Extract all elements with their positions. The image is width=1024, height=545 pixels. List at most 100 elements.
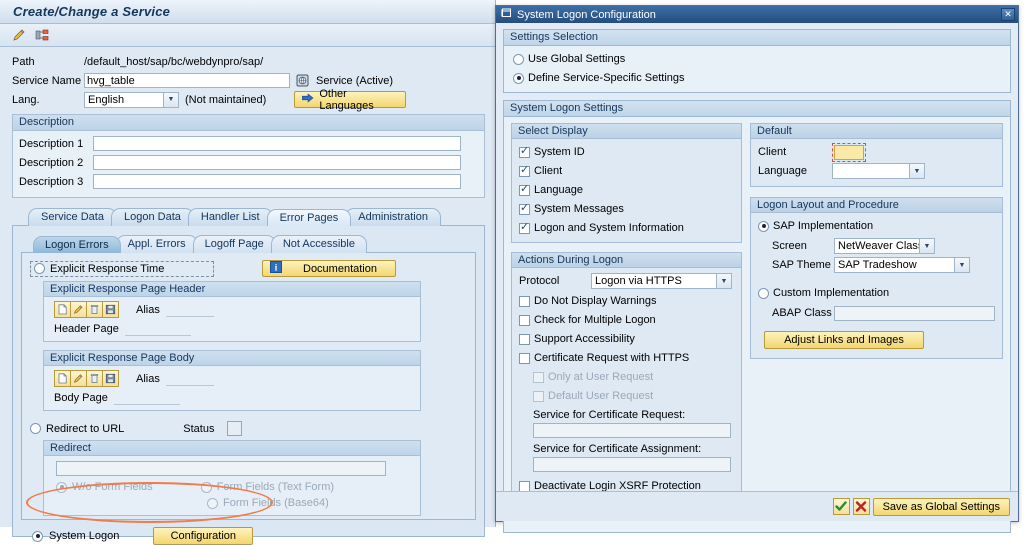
custom-implementation-option[interactable]: Custom Implementation (758, 285, 995, 301)
description-3-input[interactable] (93, 174, 461, 189)
description-1-label: Description 1 (19, 138, 93, 150)
lang-select[interactable]: English ▼ (84, 92, 179, 108)
system-logon-radio[interactable] (32, 531, 43, 542)
system-logon-settings-header: System Logon Settings (504, 101, 1010, 117)
new-page-icon[interactable] (54, 370, 71, 387)
delete-trash-icon[interactable] (86, 301, 103, 318)
protocol-select[interactable]: Logon via HTTPS ▼ (591, 273, 732, 289)
edit-pencil-icon[interactable] (70, 301, 87, 318)
configuration-label: Configuration (171, 530, 236, 542)
save-disk-icon[interactable] (102, 301, 119, 318)
description-1-input[interactable] (93, 136, 461, 151)
settings-left-column: Select Display System ID Client (511, 123, 742, 501)
system-messages-checkbox[interactable] (519, 204, 530, 215)
service-name-row: Service Name Service (Active) (12, 72, 485, 89)
logon-layout-body: SAP Implementation Screen NetWeaver Clas… (751, 213, 1002, 358)
checkbox-certificate-request[interactable]: Certificate Request with HTTPS (519, 350, 734, 366)
tab-handler-list[interactable]: Handler List (188, 208, 273, 226)
redirect-url-input[interactable] (56, 461, 386, 476)
header-alias-value[interactable] (166, 303, 214, 317)
body-alias-value[interactable] (166, 372, 214, 386)
save-disk-icon[interactable] (102, 370, 119, 387)
highlight-ellipse (26, 482, 273, 523)
description-row-2: Description 2 (19, 154, 478, 171)
language-checkbox[interactable] (519, 185, 530, 196)
subtab-logoff-page[interactable]: Logoff Page (193, 235, 276, 253)
explicit-response-time-radio[interactable] (34, 263, 45, 274)
cert-assignment-input[interactable] (533, 457, 731, 472)
checkbox-language[interactable]: Language (519, 182, 734, 198)
subtab-logon-errors[interactable]: Logon Errors (33, 236, 121, 253)
checkbox-system-messages[interactable]: System Messages (519, 201, 734, 217)
subtab-appl-errors[interactable]: Appl. Errors (116, 235, 198, 253)
checkmark-icon[interactable] (833, 498, 850, 515)
hierarchy-icon[interactable] (34, 27, 51, 44)
checkbox-client[interactable]: Client (519, 163, 734, 179)
edit-pencil-icon[interactable] (70, 370, 87, 387)
define-service-specific-radio[interactable] (513, 73, 524, 84)
description-2-input[interactable] (93, 155, 461, 170)
use-global-settings-option[interactable]: Use Global Settings (513, 51, 1003, 67)
checkbox-check-multiple-logon[interactable]: Check for Multiple Logon (519, 312, 734, 328)
description-2-label: Description 2 (19, 157, 93, 169)
sap-theme-label: SAP Theme (772, 259, 834, 271)
other-languages-button[interactable]: Other Languages (294, 91, 406, 108)
save-as-global-settings-button[interactable]: Save as Global Settings (873, 498, 1010, 516)
explicit-response-time-option[interactable]: Explicit Response Time (30, 261, 214, 277)
check-multiple-logon-checkbox[interactable] (519, 315, 530, 326)
new-page-icon[interactable] (54, 301, 71, 318)
checkbox-support-accessibility[interactable]: Support Accessibility (519, 331, 734, 347)
protocol-label: Protocol (519, 275, 591, 287)
tab-administration[interactable]: Administration (345, 208, 441, 226)
subtab-appl-errors-label: Appl. Errors (128, 238, 186, 250)
system-logon-label: System Logon (49, 530, 119, 542)
language-row: Lang. English ▼ (Not maintained) Other L… (12, 91, 485, 108)
body-page-value[interactable] (114, 391, 180, 405)
logon-system-info-checkbox[interactable] (519, 223, 530, 234)
default-client-focus-frame (832, 143, 866, 162)
documentation-button[interactable]: i Documentation (262, 260, 396, 277)
custom-implementation-radio[interactable] (758, 288, 769, 299)
configuration-button[interactable]: Configuration (153, 527, 253, 545)
adjust-links-images-button[interactable]: Adjust Links and Images (764, 331, 924, 349)
cross-icon[interactable] (853, 498, 870, 515)
tab-error-pages[interactable]: Error Pages (267, 209, 352, 226)
header-page-value[interactable] (125, 322, 191, 336)
cert-request-input[interactable] (533, 423, 731, 438)
description-group-header: Description (13, 115, 484, 131)
system-id-checkbox[interactable] (519, 147, 530, 158)
tab-logon-data[interactable]: Logon Data (111, 208, 194, 226)
support-accessibility-checkbox[interactable] (519, 334, 530, 345)
select-display-header: Select Display (512, 124, 741, 139)
delete-trash-icon[interactable] (86, 370, 103, 387)
deactivate-xsrf-checkbox[interactable] (519, 481, 530, 492)
cert-assignment-field: Service for Certificate Assignment: (519, 443, 734, 472)
sap-theme-select[interactable]: SAP Tradeshow ▼ (834, 257, 970, 273)
sap-implementation-radio[interactable] (758, 221, 769, 232)
subtab-not-accessible[interactable]: Not Accessible (271, 235, 367, 253)
checkbox-logon-system-info[interactable]: Logon and System Information (519, 220, 734, 236)
sap-implementation-option[interactable]: SAP Implementation (758, 218, 995, 234)
checkbox-only-at-user-request: Only at User Request (519, 369, 734, 385)
subtab-logon-errors-label: Logon Errors (45, 237, 109, 254)
screen-select[interactable]: NetWeaver Classic ▼ (834, 238, 935, 254)
tab-service-data[interactable]: Service Data (28, 208, 117, 226)
define-service-specific-option[interactable]: Define Service-Specific Settings (513, 70, 1003, 86)
application-window: Create/Change a Service Path /default_ho… (0, 0, 1024, 527)
globe-icon[interactable] (294, 72, 311, 89)
certificate-request-checkbox[interactable] (519, 353, 530, 364)
abap-class-label: ABAP Class (772, 307, 834, 319)
default-language-select[interactable]: ▼ (832, 163, 925, 179)
default-client-input[interactable] (834, 145, 864, 160)
checkbox-do-not-display-warnings[interactable]: Do Not Display Warnings (519, 293, 734, 309)
service-name-input[interactable] (84, 73, 290, 88)
do-not-display-warnings-checkbox[interactable] (519, 296, 530, 307)
client-checkbox[interactable] (519, 166, 530, 177)
explicit-response-time-label: Explicit Response Time (50, 263, 164, 275)
close-icon[interactable]: ✕ (1001, 8, 1015, 21)
abap-class-input[interactable] (834, 306, 995, 321)
pencil-icon[interactable] (11, 27, 28, 44)
redirect-to-url-radio[interactable] (30, 423, 41, 434)
checkbox-system-id[interactable]: System ID (519, 144, 734, 160)
use-global-settings-radio[interactable] (513, 54, 524, 65)
